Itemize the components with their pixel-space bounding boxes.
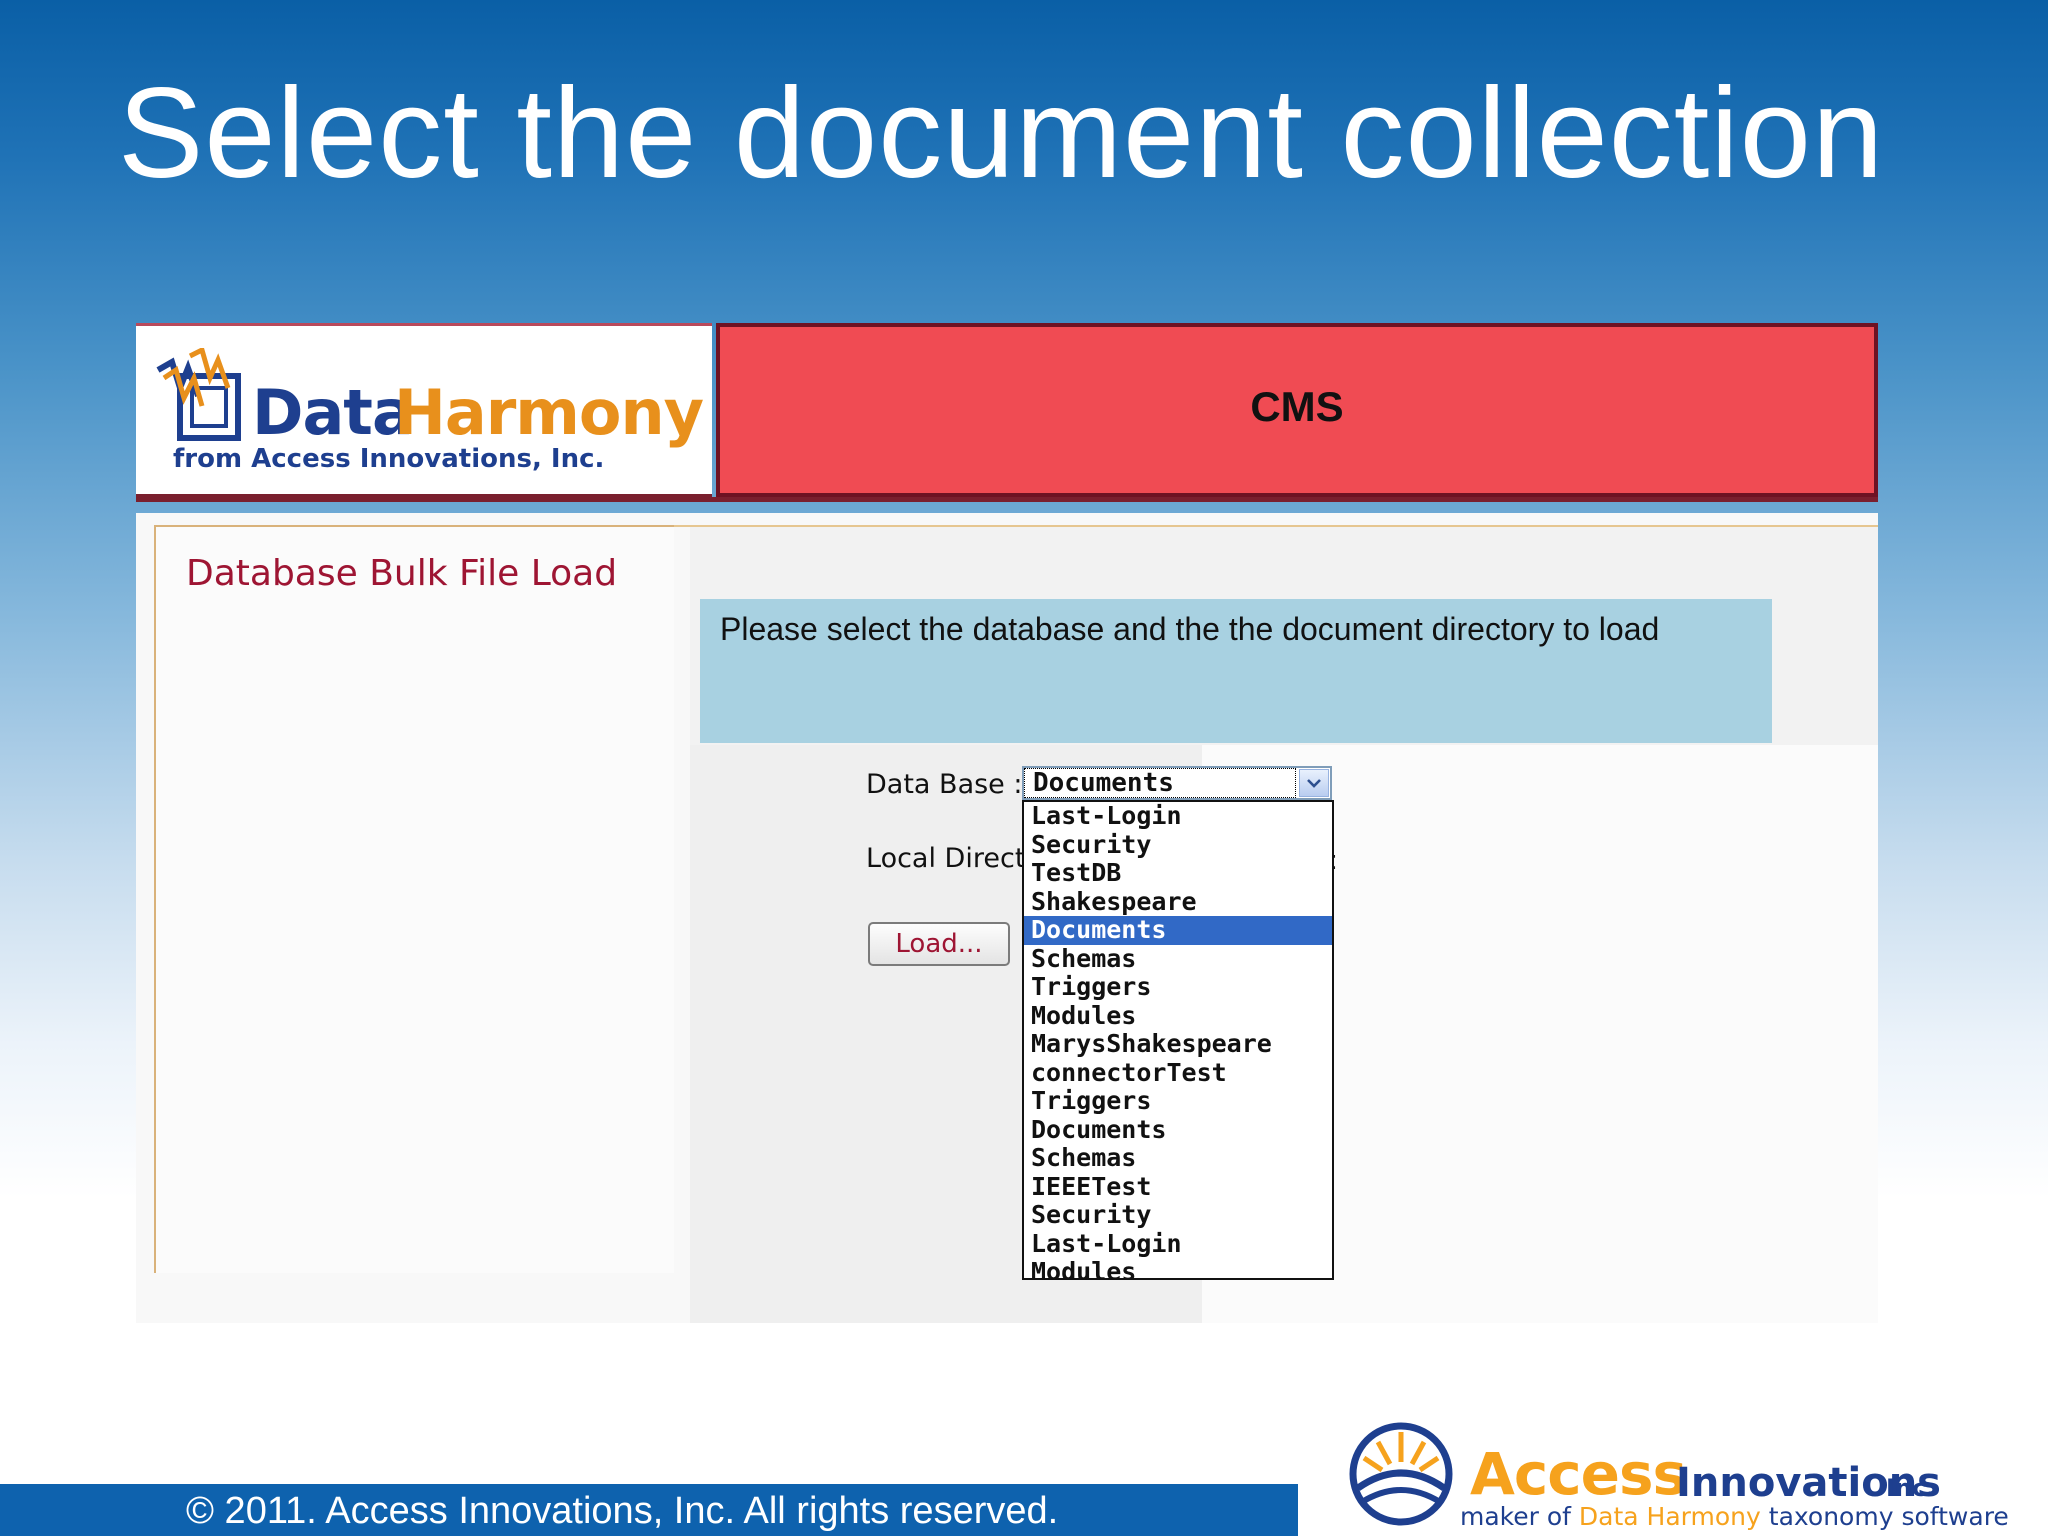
dropdown-option[interactable]: Shakespeare (1024, 887, 1332, 917)
cms-title: CMS (1250, 383, 1344, 430)
slide-title: Select the document collection (118, 62, 1885, 205)
brand-tagline: maker of Data Harmony taxonomy software (1460, 1502, 2009, 1531)
data-harmony-logo: Data Harmony from Access Innovations, In… (136, 323, 712, 497)
logo-word-harmony: Harmony (394, 376, 704, 449)
dropdown-option[interactable]: Modules (1024, 1257, 1332, 1278)
instruction-text: Please select the database and the the d… (720, 611, 1660, 647)
logo-word-data: Data (252, 376, 414, 449)
load-button[interactable]: Load... (868, 922, 1010, 966)
banner-divider (136, 497, 1878, 502)
cms-banner: CMS (716, 323, 1878, 497)
access-innovations-logo-icon (1349, 1422, 1453, 1526)
brand-inc: Inc. (1886, 1474, 1936, 1502)
data-harmony-logo-icon (156, 348, 241, 441)
dropdown-option[interactable]: Last-Login (1024, 1229, 1332, 1259)
content-area: Database Bulk File Load Please select th… (136, 513, 1878, 1323)
dropdown-option[interactable]: Last-Login (1024, 802, 1332, 831)
dropdown-option[interactable]: connectorTest (1024, 1058, 1332, 1088)
brand-tagline-pre: maker of (1460, 1502, 1571, 1531)
left-pane: Database Bulk File Load (154, 525, 674, 1273)
chevron-down-icon[interactable] (1299, 769, 1329, 797)
dropdown-option[interactable]: MarysShakespeare (1024, 1029, 1332, 1059)
database-select-value: Documents (1024, 768, 1296, 798)
brand-tagline-post: taxonomy software (1768, 1502, 2009, 1531)
logo-tagline: from Access Innovations, Inc. (173, 444, 605, 474)
brand-access: Access (1470, 1440, 1687, 1508)
local-directory-label: Local Direct (866, 843, 1026, 874)
copyright-text: © 2011. Access Innovations, Inc. All rig… (186, 1490, 1059, 1532)
app-screenshot: Data Harmony from Access Innovations, In… (136, 323, 1878, 1323)
database-select[interactable]: Documents (1022, 766, 1332, 800)
dropdown-option[interactable]: TestDB (1024, 858, 1332, 888)
dropdown-option[interactable]: Security (1024, 1200, 1332, 1230)
database-label: Data Base : (866, 769, 1023, 800)
dropdown-option[interactable]: Schemas (1024, 1143, 1332, 1173)
dropdown-option[interactable]: Modules (1024, 1001, 1332, 1031)
dropdown-option[interactable]: Documents (1024, 915, 1332, 945)
dropdown-option[interactable]: Schemas (1024, 944, 1332, 974)
dropdown-option[interactable]: Documents (1024, 1115, 1332, 1145)
database-dropdown-list[interactable]: Last-Login Security TestDB Shakespeare Docum… (1022, 800, 1334, 1280)
dropdown-option[interactable]: IEEETest (1024, 1172, 1332, 1202)
dropdown-option[interactable]: Triggers (1024, 972, 1332, 1002)
dropdown-option[interactable]: Security (1024, 830, 1332, 860)
page-title: Database Bulk File Load (186, 553, 618, 594)
instruction-box: Please select the database and the the d… (700, 599, 1772, 743)
dropdown-option[interactable]: Triggers (1024, 1086, 1332, 1116)
brand-tagline-highlight: Data Harmony (1578, 1502, 1761, 1531)
